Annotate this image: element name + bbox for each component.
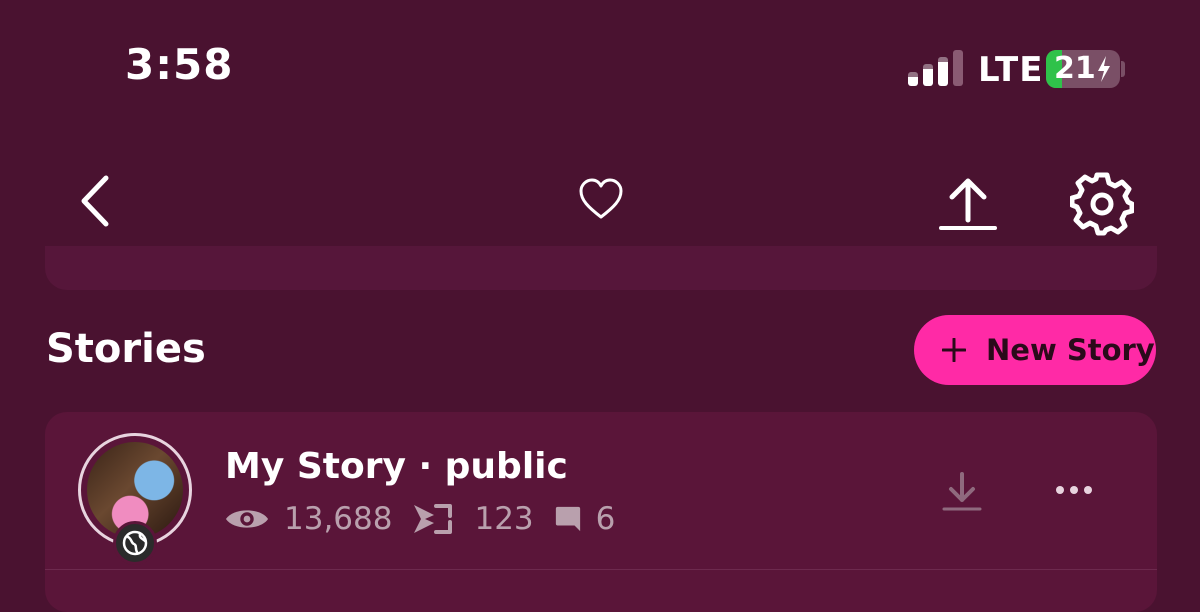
plus-icon [942, 338, 966, 362]
battery-indicator: 21 [1046, 50, 1120, 88]
screenshots-count: 123 [474, 501, 534, 537]
heart-icon[interactable] [578, 176, 624, 222]
charging-bolt-icon [1098, 56, 1110, 82]
network-type: LTE [978, 50, 1044, 90]
gear-icon[interactable] [1070, 172, 1134, 236]
more-options-icon[interactable] [1050, 478, 1098, 502]
download-icon[interactable] [940, 470, 984, 514]
status-time: 3:58 [125, 40, 234, 89]
story-stats: 13,688 123 6 [224, 499, 615, 539]
share-icon[interactable] [938, 176, 998, 232]
previous-card [45, 246, 1157, 290]
globe-icon [122, 530, 148, 556]
views-stat: 13,688 [224, 501, 392, 537]
signal-icon [908, 50, 963, 86]
eye-icon [225, 510, 269, 528]
screenshots-stat: 123 [412, 501, 534, 537]
views-count: 13,688 [284, 501, 393, 537]
screenshot-arrows-icon [414, 504, 453, 534]
battery-nub [1121, 61, 1125, 77]
story-title[interactable]: My Story · public [225, 446, 568, 487]
chat-bubble-icon [555, 506, 580, 532]
new-story-label: New Story [986, 333, 1155, 367]
back-icon[interactable] [72, 172, 120, 230]
new-story-button[interactable]: New Story [914, 315, 1156, 385]
replies-count: 6 [595, 501, 616, 537]
replies-stat: 6 [554, 501, 616, 537]
battery-percent: 21 [1054, 51, 1096, 86]
stories-heading: Stories [46, 326, 206, 372]
public-badge [113, 521, 157, 565]
card-divider [45, 569, 1157, 570]
